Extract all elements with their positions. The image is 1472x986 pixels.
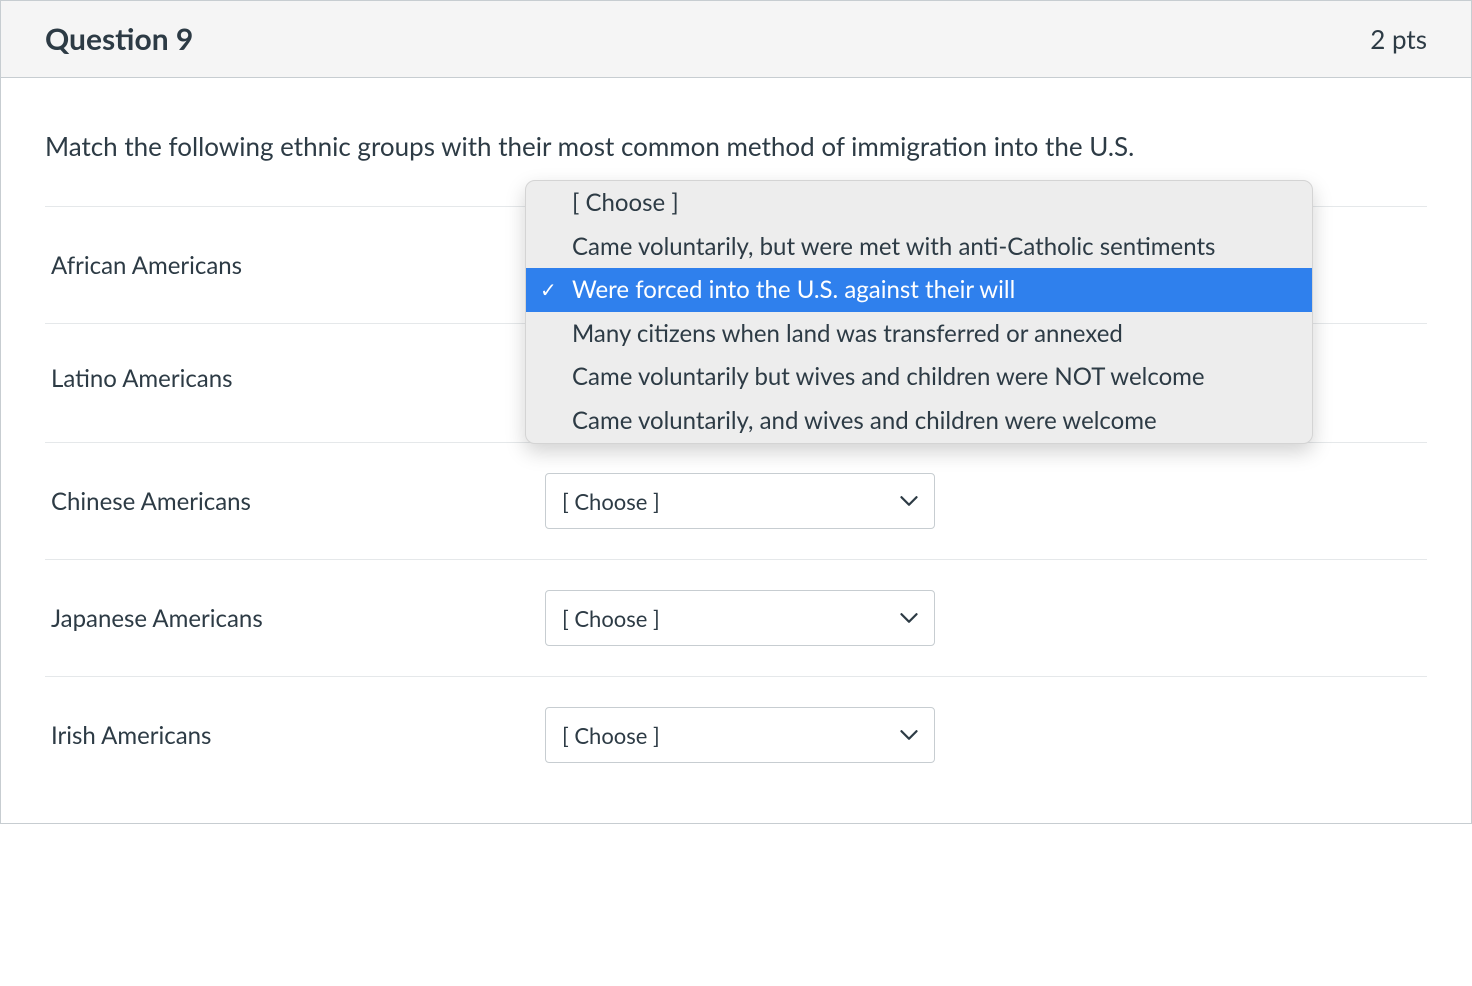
option-text: Were forced into the U.S. against their … (572, 275, 1015, 304)
option-text: [ Choose ] (572, 188, 679, 217)
question-container: Question 9 2 pts Match the following eth… (0, 0, 1472, 824)
option-text: Many citizens when land was transferred … (572, 319, 1123, 348)
match-label: African Americans (45, 251, 545, 280)
question-title: Question 9 (45, 21, 193, 57)
question-header: Question 9 2 pts (1, 1, 1471, 78)
chevron-down-icon (900, 612, 918, 624)
check-icon: ✓ (540, 276, 557, 304)
option-text: Came voluntarily but wives and children … (572, 362, 1205, 391)
match-row-irish-americans: Irish Americans [ Choose ] (45, 676, 1427, 793)
chevron-down-icon (900, 495, 918, 507)
match-row-chinese-americans: Chinese Americans [ Choose ] (45, 442, 1427, 559)
match-row-japanese-americans: Japanese Americans [ Choose ] (45, 559, 1427, 676)
dropdown-option-choose[interactable]: [ Choose ] (526, 181, 1312, 225)
match-label: Irish Americans (45, 721, 545, 750)
match-select-wrapper: [ Choose ] (545, 590, 935, 646)
select-value: [ Choose ] (562, 722, 890, 749)
match-select-irish-americans[interactable]: [ Choose ] (545, 707, 935, 763)
match-label: Latino Americans (45, 354, 545, 393)
match-select-wrapper: [ Choose ] (545, 473, 935, 529)
option-text: Came voluntarily, but were met with anti… (572, 232, 1215, 261)
dropdown-menu[interactable]: [ Choose ] Came voluntarily, but were me… (525, 180, 1313, 444)
chevron-down-icon (900, 729, 918, 741)
select-value: [ Choose ] (562, 488, 890, 515)
dropdown-option-annexed[interactable]: Many citizens when land was transferred … (526, 312, 1312, 356)
select-value: [ Choose ] (562, 605, 890, 632)
question-points: 2 pts (1370, 23, 1427, 55)
match-label: Japanese Americans (45, 604, 545, 633)
question-prompt: Match the following ethnic groups with t… (45, 128, 1427, 164)
question-body: Match the following ethnic groups with t… (1, 78, 1471, 823)
match-select-chinese-americans[interactable]: [ Choose ] (545, 473, 935, 529)
option-text: Came voluntarily, and wives and children… (572, 406, 1157, 435)
dropdown-option-forced[interactable]: ✓ Were forced into the U.S. against thei… (526, 268, 1312, 312)
dropdown-option-not-welcome[interactable]: Came voluntarily but wives and children … (526, 355, 1312, 399)
dropdown-option-welcome[interactable]: Came voluntarily, and wives and children… (526, 399, 1312, 443)
dropdown-option-anti-catholic[interactable]: Came voluntarily, but were met with anti… (526, 225, 1312, 269)
match-select-japanese-americans[interactable]: [ Choose ] (545, 590, 935, 646)
match-label: Chinese Americans (45, 487, 545, 516)
match-select-wrapper: [ Choose ] (545, 707, 935, 763)
